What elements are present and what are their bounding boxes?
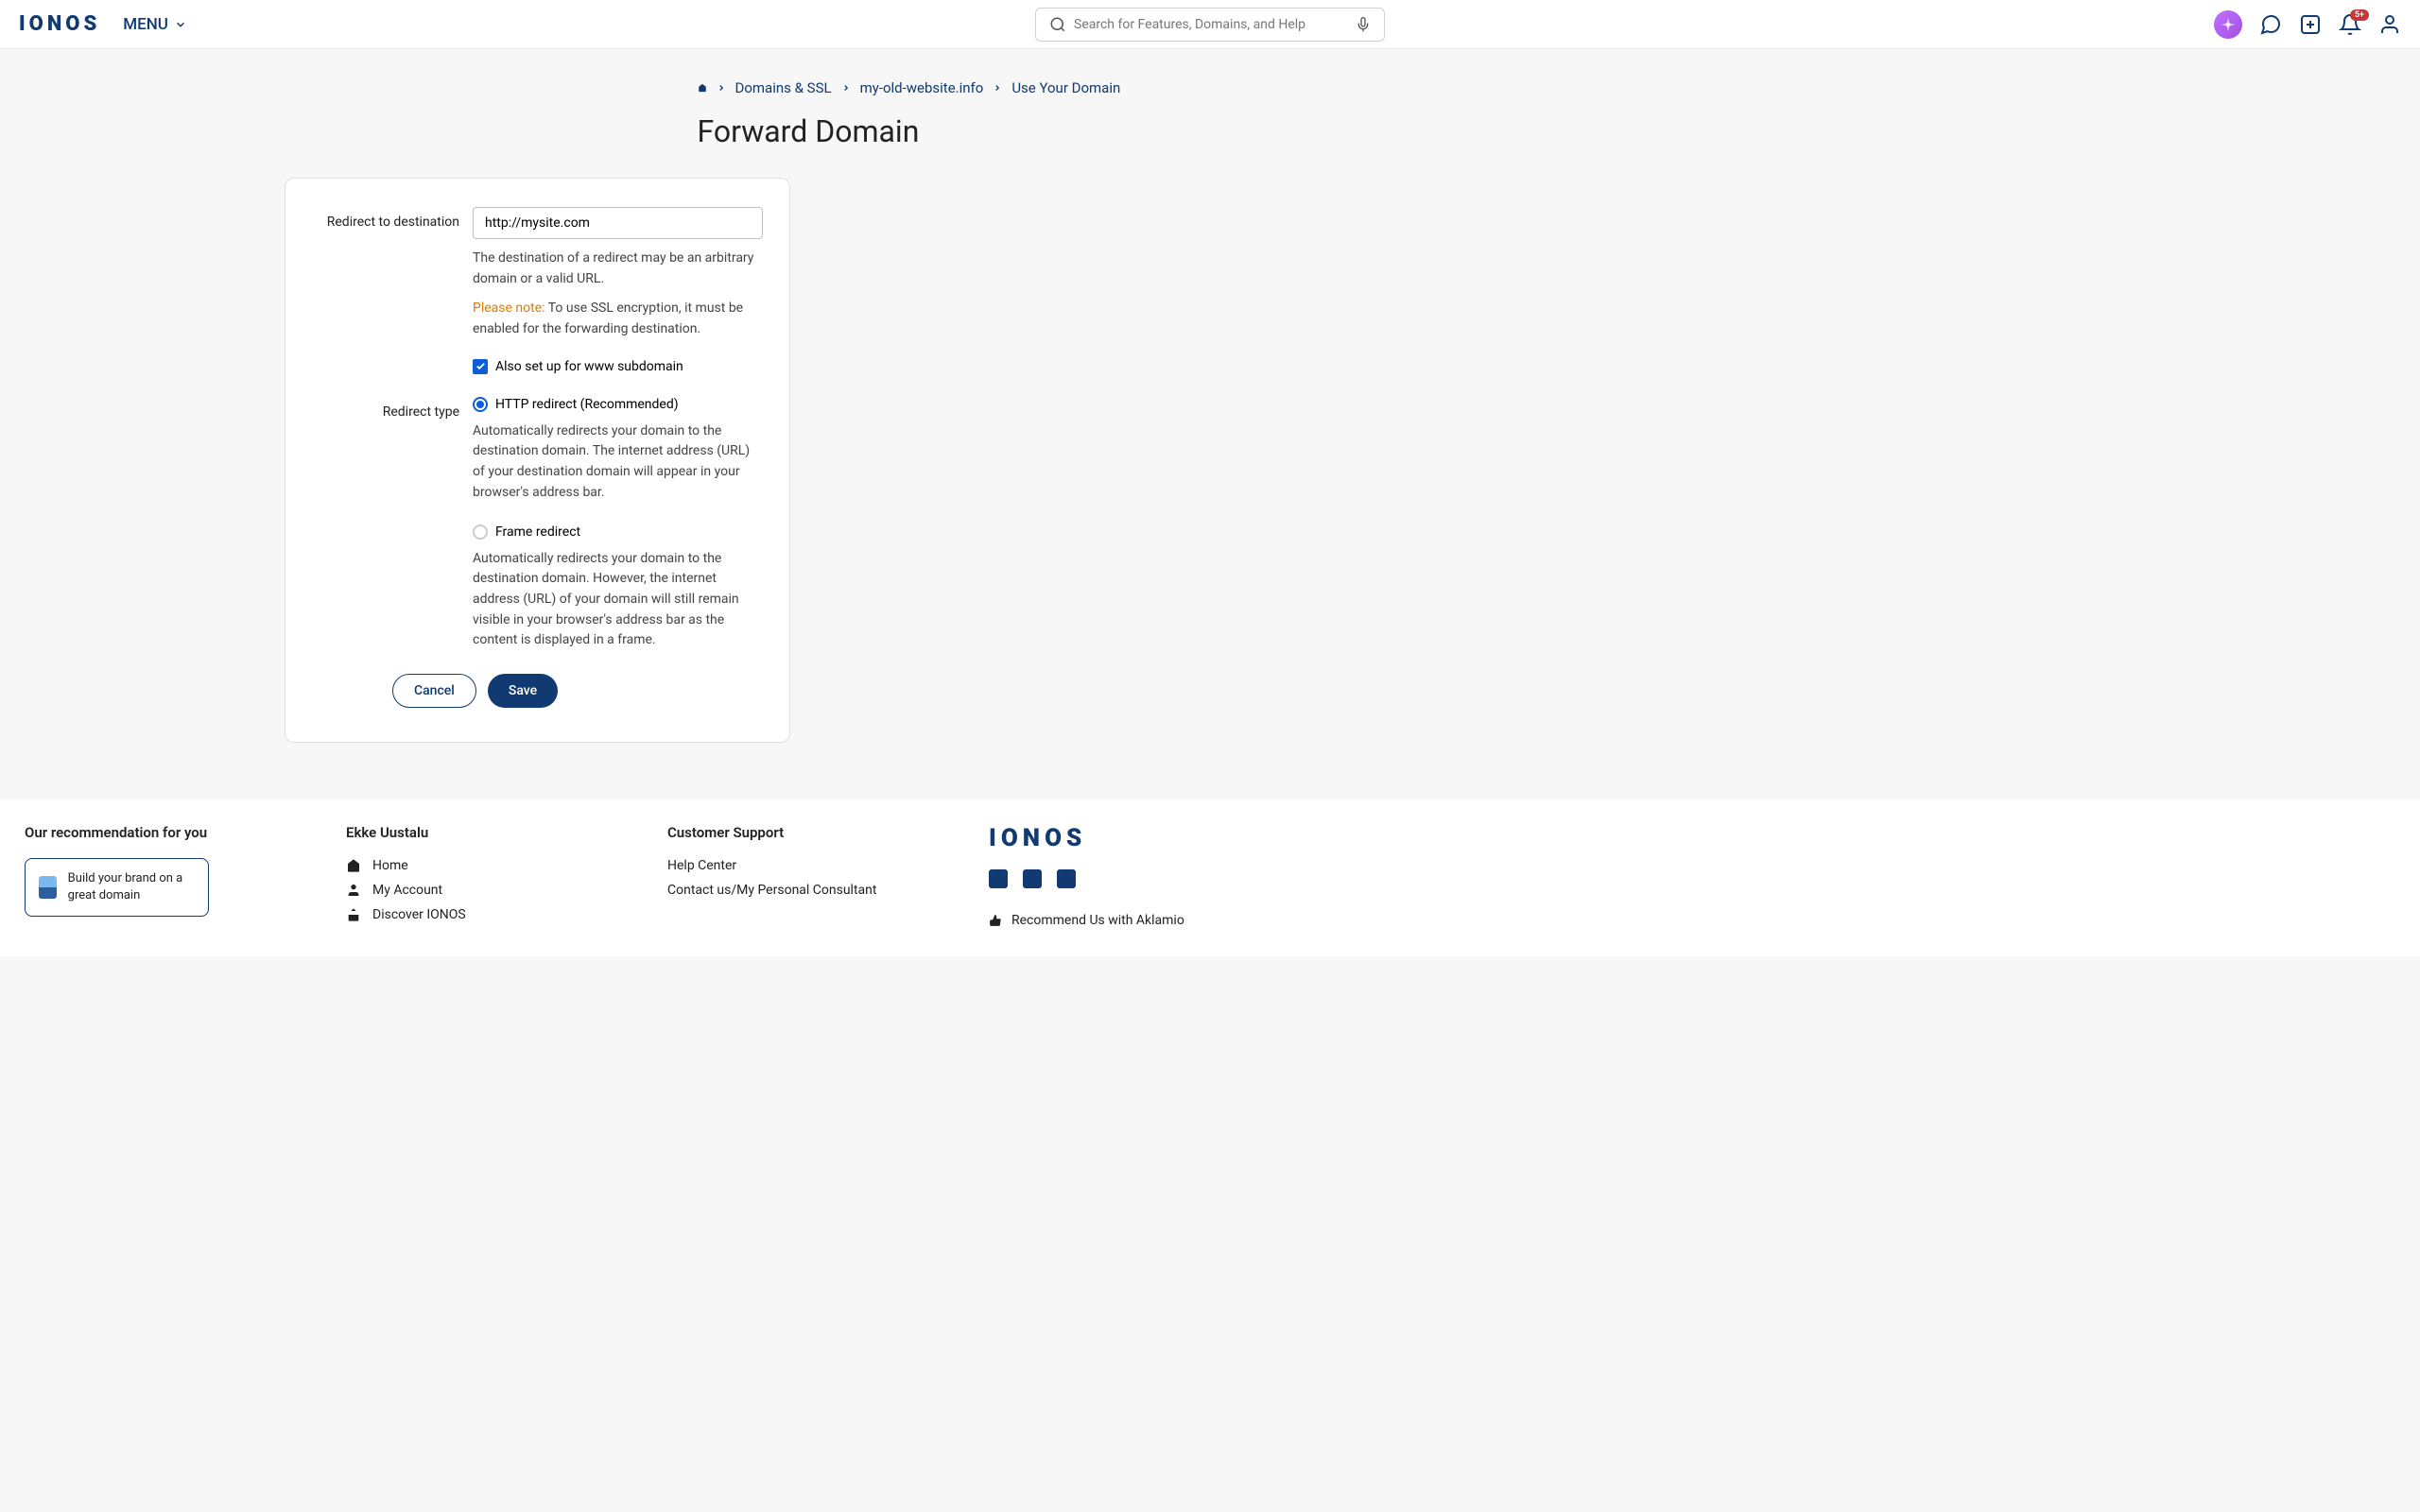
- footer-discover-label: Discover IONOS: [372, 907, 466, 922]
- www-checkbox[interactable]: [473, 359, 488, 374]
- recommendation-box[interactable]: Build your brand on a great domain: [25, 858, 209, 917]
- chevron-right-icon: [717, 83, 726, 93]
- recommendation-heading: Our recommendation for you: [25, 824, 346, 841]
- destination-help: The destination of a redirect may be an …: [473, 249, 763, 289]
- chevron-right-icon: [993, 83, 1002, 93]
- http-redirect-radio[interactable]: [473, 397, 488, 412]
- cancel-button[interactable]: Cancel: [392, 674, 476, 708]
- recommendation-column: Our recommendation for you Build your br…: [25, 824, 346, 932]
- user-menu-button[interactable]: [2378, 13, 2401, 36]
- home-icon: [346, 858, 361, 873]
- linkedin-icon[interactable]: [1057, 869, 1076, 888]
- menu-button[interactable]: MENU: [123, 15, 187, 34]
- thumbs-up-icon: [989, 914, 1002, 927]
- support-column: Customer Support Help Center Contact us/…: [667, 824, 989, 932]
- button-row: Cancel Save: [392, 674, 763, 708]
- user-column: Ekke Uustalu Home My Account Discover IO…: [346, 824, 667, 932]
- user-icon: [2378, 13, 2401, 36]
- search-icon: [1049, 16, 1066, 33]
- menu-label: MENU: [123, 15, 168, 34]
- frame-redirect-radio[interactable]: [473, 524, 488, 540]
- footer-home-label: Home: [372, 858, 408, 873]
- footer-account-label: My Account: [372, 883, 442, 898]
- user-heading: Ekke Uustalu: [346, 824, 667, 841]
- chat-icon: [2259, 13, 2282, 36]
- home-icon[interactable]: [698, 83, 707, 93]
- search-container: [1035, 8, 1385, 42]
- social-icons: [989, 869, 2395, 888]
- search-box[interactable]: [1035, 8, 1385, 42]
- http-redirect-option[interactable]: HTTP redirect (Recommended): [473, 397, 763, 412]
- header: IONOS MENU 5+: [0, 0, 2420, 49]
- support-heading: Customer Support: [667, 824, 989, 841]
- footer-help-link[interactable]: Help Center: [667, 858, 989, 873]
- chevron-right-icon: [841, 83, 851, 93]
- frame-redirect-label: Frame redirect: [495, 524, 580, 540]
- footer-logo[interactable]: IONOS: [989, 824, 2395, 852]
- www-icon: [39, 876, 57, 899]
- share-icon: [346, 907, 361, 922]
- footer-discover-link[interactable]: Discover IONOS: [346, 907, 667, 922]
- footer-home-link[interactable]: Home: [346, 858, 667, 873]
- frame-redirect-option[interactable]: Frame redirect: [473, 524, 763, 540]
- redirect-type-label: Redirect type: [312, 397, 473, 651]
- recommend-link[interactable]: Recommend Us with Aklamio: [989, 913, 2395, 928]
- footer-account-link[interactable]: My Account: [346, 883, 667, 898]
- destination-row: Redirect to destination The destination …: [312, 207, 763, 374]
- chat-button[interactable]: [2259, 13, 2282, 36]
- www-checkbox-label: Also set up for www subdomain: [495, 359, 683, 374]
- avatar-icon: [2220, 16, 2237, 33]
- redirect-type-row: Redirect type HTTP redirect (Recommended…: [312, 397, 763, 651]
- brand-column: IONOS Recommend Us with Aklamio: [989, 824, 2395, 932]
- notifications-button[interactable]: 5+: [2339, 13, 2361, 36]
- youtube-icon[interactable]: [1023, 869, 1042, 888]
- page-title: Forward Domain: [698, 100, 1723, 178]
- user-icon: [346, 883, 361, 898]
- breadcrumb-domain-name[interactable]: my-old-website.info: [860, 79, 984, 96]
- header-icons: 5+: [2214, 10, 2401, 39]
- main-content: Domains & SSL my-old-website.info Use Yo…: [0, 49, 2420, 762]
- avatar[interactable]: [2214, 10, 2242, 39]
- breadcrumb-use-domain[interactable]: Use Your Domain: [1011, 79, 1120, 96]
- save-button[interactable]: Save: [488, 674, 558, 708]
- search-input[interactable]: [1074, 17, 1356, 32]
- recommend-label: Recommend Us with Aklamio: [1011, 913, 1184, 928]
- breadcrumb-domains-ssl[interactable]: Domains & SSL: [735, 79, 832, 96]
- add-button[interactable]: [2299, 13, 2322, 36]
- footer-contact-link[interactable]: Contact us/My Personal Consultant: [667, 883, 989, 898]
- http-redirect-label: HTTP redirect (Recommended): [495, 397, 679, 412]
- ssl-note: Please note: To use SSL encryption, it m…: [473, 299, 763, 339]
- logo[interactable]: IONOS: [19, 12, 100, 36]
- frame-redirect-description: Automatically redirects your domain to t…: [473, 549, 763, 651]
- check-icon: [475, 361, 486, 371]
- http-redirect-description: Automatically redirects your domain to t…: [473, 421, 763, 504]
- recommendation-text: Build your brand on a great domain: [68, 870, 195, 904]
- breadcrumb: Domains & SSL my-old-website.info Use Yo…: [698, 68, 1723, 100]
- chevron-down-icon: [174, 18, 187, 31]
- destination-input[interactable]: [473, 207, 763, 239]
- plus-square-icon: [2299, 13, 2322, 36]
- facebook-icon[interactable]: [989, 869, 1008, 888]
- footer-help-label: Help Center: [667, 858, 736, 873]
- www-checkbox-row[interactable]: Also set up for www subdomain: [473, 359, 763, 374]
- destination-label: Redirect to destination: [312, 207, 473, 374]
- notification-badge: 5+: [2350, 9, 2369, 21]
- microphone-icon[interactable]: [1356, 17, 1371, 32]
- footer-contact-label: Contact us/My Personal Consultant: [667, 883, 876, 898]
- form-card: Redirect to destination The destination …: [285, 178, 790, 743]
- note-prefix: Please note:: [473, 301, 545, 316]
- footer: Our recommendation for you Build your br…: [0, 799, 2420, 956]
